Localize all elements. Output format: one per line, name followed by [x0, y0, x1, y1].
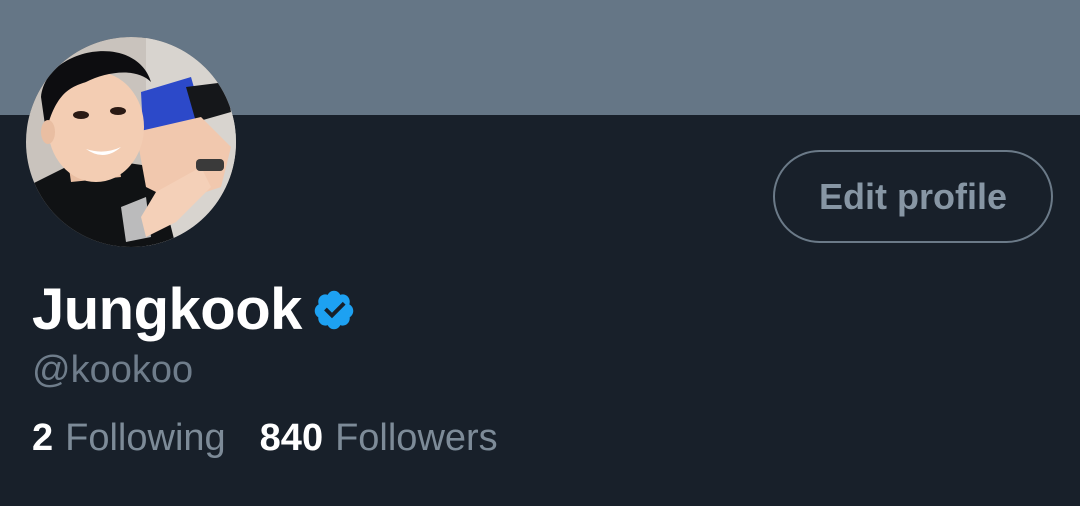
profile-header: Edit profile Jungkook @kookoo 2 Followin… — [0, 0, 1080, 506]
verified-badge-icon — [312, 288, 356, 332]
followers-count: 840 — [259, 417, 324, 459]
name-row: Jungkook — [32, 270, 356, 350]
profile-avatar[interactable] — [26, 37, 236, 247]
display-name: Jungkook — [32, 277, 302, 342]
followers-label: Followers — [335, 417, 498, 459]
avatar-photo — [26, 37, 236, 247]
followers-link[interactable]: 840 Followers — [260, 416, 498, 460]
following-label: Following — [65, 417, 226, 459]
profile-stats: 2 Following 840 Followers — [32, 416, 498, 460]
profile-handle: @kookoo — [32, 349, 194, 391]
following-count: 2 — [32, 417, 54, 459]
edit-profile-button[interactable]: Edit profile — [773, 150, 1053, 243]
following-link[interactable]: 2 Following — [32, 416, 226, 460]
